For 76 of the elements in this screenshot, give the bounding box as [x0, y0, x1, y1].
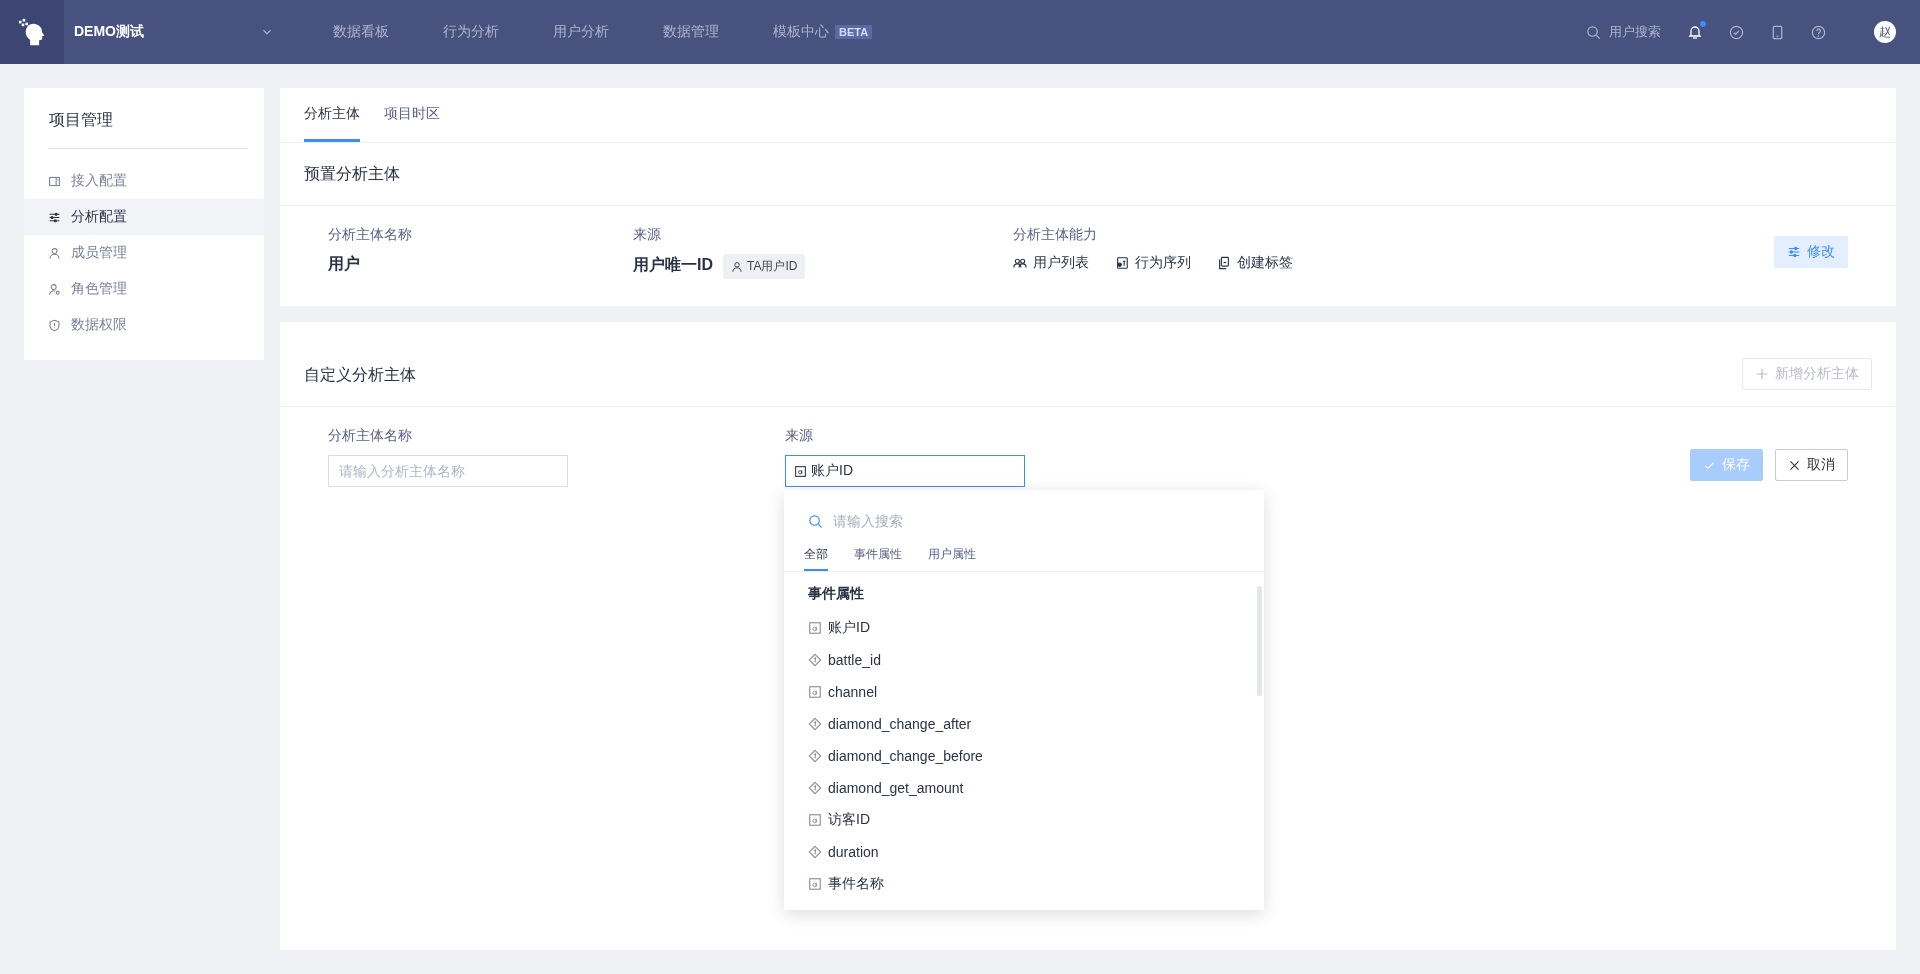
- number-type-icon: [808, 749, 822, 763]
- sliders-icon: [1787, 245, 1801, 259]
- head-logo-icon: [17, 17, 47, 47]
- nav-item[interactable]: 数据看板: [306, 0, 416, 64]
- property-option[interactable]: channel: [808, 676, 1240, 708]
- dropdown-tab[interactable]: 全部: [804, 542, 828, 571]
- subject-name: 用户: [328, 255, 360, 272]
- sequence-icon: [1115, 256, 1129, 270]
- section-title: 自定义分析主体: [304, 364, 416, 385]
- string-type-icon: [808, 813, 822, 827]
- search-icon: [1586, 24, 1601, 40]
- ability-label: 创建标签: [1237, 254, 1293, 272]
- property-option[interactable]: 事件名称: [808, 868, 1240, 900]
- user-avatar[interactable]: 赵: [1874, 21, 1896, 43]
- source-select-field[interactable]: 账户ID: [785, 455, 1025, 487]
- property-option[interactable]: duration: [808, 836, 1240, 868]
- check-circle-icon[interactable]: [1729, 24, 1744, 40]
- group-heading: 事件属性: [808, 584, 865, 603]
- property-option[interactable]: diamond_change_after: [808, 708, 1240, 740]
- nav-item[interactable]: 数据管理: [636, 0, 746, 64]
- user-gear-icon: [48, 282, 61, 296]
- string-type-icon: [808, 685, 822, 699]
- sidebar-item[interactable]: 接入配置: [24, 163, 264, 199]
- string-type-icon: [808, 877, 822, 891]
- beta-badge: BETA: [835, 25, 873, 39]
- nav-item[interactable]: 模板中心 BETA: [746, 0, 900, 64]
- tablet-icon[interactable]: [1770, 24, 1785, 40]
- dropdown-tab[interactable]: 事件属性: [854, 542, 902, 571]
- property-option[interactable]: battle_id: [808, 644, 1240, 676]
- field-label: 分析主体名称: [328, 226, 413, 244]
- user-search-field[interactable]: 用户搜索: [1609, 23, 1661, 41]
- scrollbar[interactable]: [1257, 586, 1262, 696]
- string-type-icon: [808, 621, 822, 635]
- sidebar-item[interactable]: 角色管理: [24, 271, 264, 307]
- property-option[interactable]: diamond_get_amount: [808, 772, 1240, 804]
- sidebar-title: 项目管理: [48, 110, 114, 130]
- sliders-icon: [48, 210, 61, 224]
- field-label: 来源: [633, 226, 662, 244]
- property-option[interactable]: 访客ID: [808, 804, 1240, 836]
- property-option[interactable]: diamond_change_before: [808, 740, 1240, 772]
- panel-icon: [48, 174, 61, 188]
- number-type-icon: [808, 845, 822, 859]
- field-label: 分析主体名称: [328, 427, 413, 445]
- cancel-button[interactable]: 取消: [1775, 449, 1848, 481]
- tab[interactable]: 项目时区: [384, 88, 440, 142]
- sidebar-item[interactable]: 数据权限: [24, 307, 264, 343]
- string-type-icon: [794, 464, 807, 478]
- shield-icon: [48, 318, 61, 332]
- property-option[interactable]: 账户ID: [808, 612, 1240, 644]
- user-icon: [731, 260, 743, 273]
- sidebar-item[interactable]: 分析配置: [24, 199, 264, 235]
- user-icon: [48, 246, 61, 260]
- tab[interactable]: 分析主体: [304, 88, 360, 142]
- source-tag: TA用户ID: [723, 254, 806, 279]
- users-icon: [1013, 256, 1027, 270]
- field-label: 分析主体能力: [1013, 226, 1098, 244]
- sidebar-item[interactable]: 成员管理: [24, 235, 264, 271]
- nav-item[interactable]: 用户分析: [526, 0, 636, 64]
- number-type-icon: [808, 653, 822, 667]
- ability-label: 用户列表: [1033, 254, 1089, 272]
- close-icon: [1788, 458, 1801, 472]
- section-title: 预置分析主体: [304, 163, 400, 184]
- ability-label: 行为序列: [1135, 254, 1191, 272]
- search-icon: [808, 513, 823, 529]
- source-value: 用户唯一ID: [633, 256, 713, 274]
- project-name[interactable]: DEMO测试: [74, 23, 144, 41]
- bell-icon[interactable]: [1687, 24, 1703, 40]
- name-input-field[interactable]: 请输入分析主体名称: [328, 455, 568, 487]
- help-icon[interactable]: [1811, 24, 1826, 40]
- nav-item[interactable]: 行为分析: [416, 0, 526, 64]
- field-label: 来源: [785, 427, 814, 445]
- number-type-icon: [808, 717, 822, 731]
- number-type-icon: [808, 781, 822, 795]
- tag-icon: [1217, 256, 1231, 270]
- plus-icon: [1755, 367, 1769, 381]
- dropdown-tab[interactable]: 用户属性: [928, 542, 976, 571]
